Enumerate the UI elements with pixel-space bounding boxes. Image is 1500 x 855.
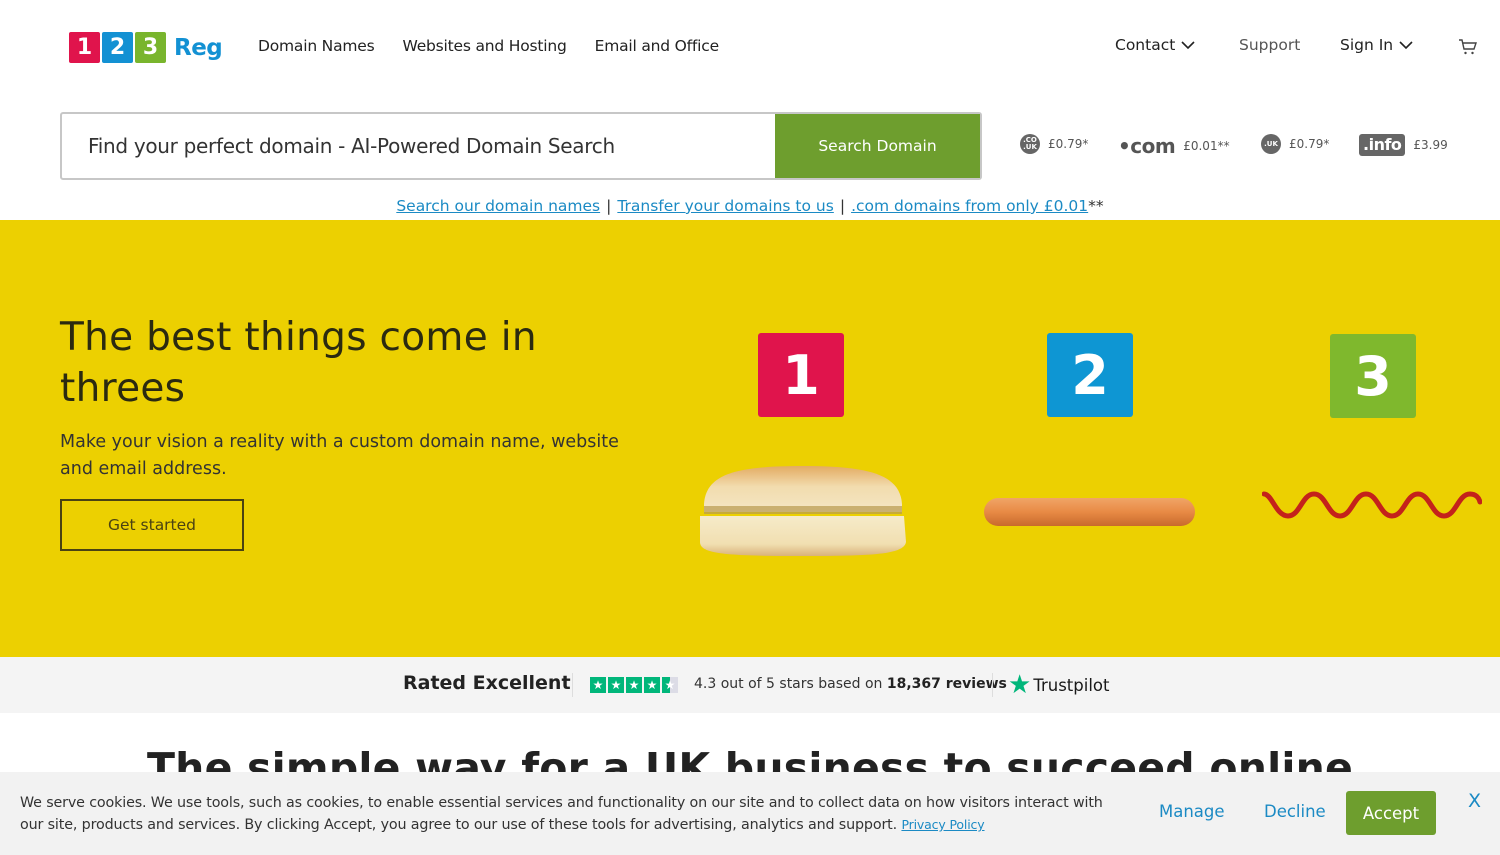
search-domain-names-link[interactable]: Search our domain names — [396, 197, 600, 215]
chevron-down-icon — [1399, 41, 1413, 50]
tld-price-uk[interactable]: .UK £0.79* — [1261, 134, 1329, 154]
tld-price: £0.01** — [1183, 139, 1230, 153]
hero-badge-3: 3 — [1330, 334, 1416, 418]
decline-cookies-button[interactable]: Decline — [1264, 802, 1326, 821]
star-icon: ★ — [626, 677, 642, 693]
close-icon[interactable]: X — [1468, 790, 1481, 812]
nav-websites-hosting[interactable]: Websites and Hosting — [402, 37, 566, 55]
hotdog-bun-image — [700, 466, 906, 556]
tld-price-list: .CO .UK £0.79* •com £0.01** .UK £0.79* .… — [1020, 134, 1450, 158]
trustpilot-wordmark: Trustpilot — [1033, 675, 1110, 695]
get-started-button[interactable]: Get started — [60, 499, 244, 551]
ketchup-squiggle-image — [1262, 491, 1482, 519]
utility-nav: Contact Support Sign In — [1040, 36, 1500, 62]
tld-price-info[interactable]: .info £3.99 — [1359, 134, 1448, 156]
tld-price: £0.79* — [1048, 137, 1089, 151]
review-count[interactable]: 18,367 reviews — [887, 676, 1007, 692]
star-icon: ★ — [644, 677, 660, 693]
hero-title: The best things come in threes — [60, 315, 537, 411]
transfer-domains-link[interactable]: Transfer your domains to us — [617, 197, 833, 215]
sausage-image — [984, 498, 1195, 526]
tld-price-com[interactable]: •com £0.01** — [1118, 134, 1230, 158]
logo-digit-3: 3 — [135, 32, 166, 63]
nav-domain-names[interactable]: Domain Names — [258, 37, 375, 55]
contact-label: Contact — [1115, 36, 1176, 54]
tld-price-co-uk[interactable]: .CO .UK £0.79* — [1020, 134, 1088, 154]
hero-subtitle: Make your vision a reality with a custom… — [60, 432, 619, 479]
quick-links: Search our domain names | Transfer your do… — [0, 197, 1500, 215]
trustpilot-logo[interactable]: ★ Trustpilot — [1008, 672, 1109, 698]
hero-badge-1: 1 — [758, 333, 844, 417]
manage-cookies-button[interactable]: Manage — [1159, 802, 1225, 821]
separator: | — [839, 197, 846, 215]
star-icon: ★ — [590, 677, 606, 693]
hero-badge-2: 2 — [1047, 333, 1133, 417]
main-nav: Domain Names Websites and Hosting Email … — [258, 37, 719, 55]
com-tld-icon: •com — [1118, 134, 1176, 158]
hero-banner: The best things come in threes Make your… — [0, 220, 1500, 657]
privacy-policy-link[interactable]: Privacy Policy — [901, 817, 984, 832]
cookie-message: We serve cookies. We use tools, such as … — [20, 793, 1120, 836]
uk-tld-icon: .UK — [1261, 134, 1281, 154]
tld-price: £0.79* — [1289, 137, 1330, 151]
logo-digit-1: 1 — [69, 32, 100, 63]
rated-excellent-label: Rated Excellent — [403, 672, 571, 694]
half-star-icon: ★ — [662, 677, 678, 693]
cart-button[interactable] — [1458, 38, 1478, 56]
logo-digit-2: 2 — [102, 32, 133, 63]
logo-123reg[interactable]: 1 2 3 Reg — [69, 32, 223, 63]
cookie-banner: We serve cookies. We use tools, such as … — [0, 772, 1500, 855]
star-icon: ★ — [608, 677, 624, 693]
separator: | — [606, 197, 612, 215]
trustpilot-star-icon: ★ — [1008, 670, 1032, 700]
accept-cookies-button[interactable]: Accept — [1346, 791, 1436, 835]
trustpilot-stars[interactable]: ★ ★ ★ ★ ★ — [590, 677, 678, 693]
tld-price: £3.99 — [1413, 138, 1448, 152]
domain-search: Search Domain — [60, 112, 982, 180]
co-uk-tld-icon: .CO .UK — [1020, 134, 1040, 154]
nav-email-office[interactable]: Email and Office — [595, 37, 719, 55]
domain-search-input[interactable] — [62, 114, 775, 178]
sign-in-dropdown[interactable]: Sign In — [1340, 36, 1413, 54]
support-link[interactable]: Support — [1239, 36, 1300, 54]
trust-rating-summary: 4.3 out of 5 stars based on 18,367 revie… — [694, 676, 1007, 692]
site-header: 1 2 3 Reg Domain Names Websites and Host… — [0, 0, 1500, 96]
sign-in-label: Sign In — [1340, 36, 1394, 54]
rating-text: 4.3 out of 5 stars based on — [694, 676, 887, 692]
com-offer-link[interactable]: .com domains from only £0.01 — [851, 197, 1088, 215]
logo-text: Reg — [174, 34, 223, 61]
cart-icon — [1459, 39, 1477, 55]
divider — [992, 673, 993, 697]
chevron-down-icon — [1181, 41, 1195, 50]
search-domain-button[interactable]: Search Domain — [775, 114, 980, 178]
footnote-marker: ** — [1088, 197, 1104, 215]
contact-dropdown[interactable]: Contact — [1115, 36, 1195, 54]
info-tld-icon: .info — [1359, 134, 1406, 156]
trustpilot-bar: Rated Excellent ★ ★ ★ ★ ★ 4.3 out of 5 s… — [0, 657, 1500, 713]
divider — [572, 673, 573, 697]
